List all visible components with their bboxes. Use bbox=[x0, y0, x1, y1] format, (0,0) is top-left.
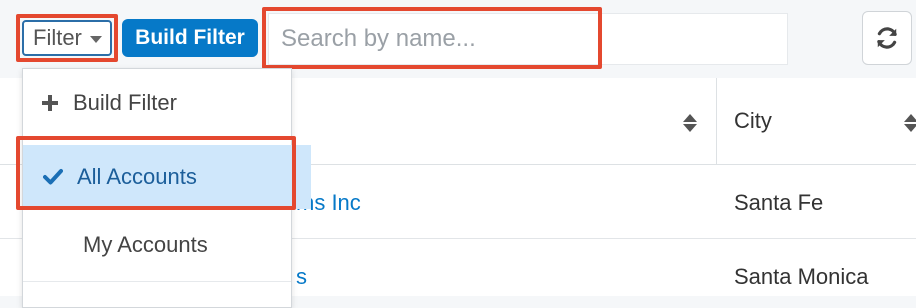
account-city: Santa Monica bbox=[734, 264, 869, 289]
highlight-box-all-accounts bbox=[16, 136, 296, 210]
menu-item-my-accounts[interactable]: My Accounts bbox=[23, 217, 351, 273]
sort-icon-city[interactable] bbox=[904, 114, 916, 132]
menu-item-label: Build Filter bbox=[73, 90, 177, 115]
refresh-button[interactable] bbox=[862, 11, 912, 65]
menu-item-build-filter[interactable]: Build Filter bbox=[23, 77, 309, 129]
column-divider bbox=[716, 78, 717, 164]
menu-divider bbox=[23, 281, 291, 282]
plus-icon bbox=[42, 95, 58, 111]
highlight-box-filter bbox=[16, 14, 118, 62]
refresh-icon bbox=[877, 27, 897, 49]
menu-item-label: My Accounts bbox=[83, 232, 208, 257]
sort-icon[interactable] bbox=[683, 114, 697, 132]
account-city: Santa Fe bbox=[734, 190, 824, 215]
list-toolbar: Filter Build Filter Search by name... bbox=[0, 0, 916, 76]
column-header-city[interactable]: City bbox=[734, 108, 772, 134]
highlight-box-search bbox=[262, 7, 602, 69]
build-filter-button[interactable]: Build Filter bbox=[122, 19, 258, 57]
